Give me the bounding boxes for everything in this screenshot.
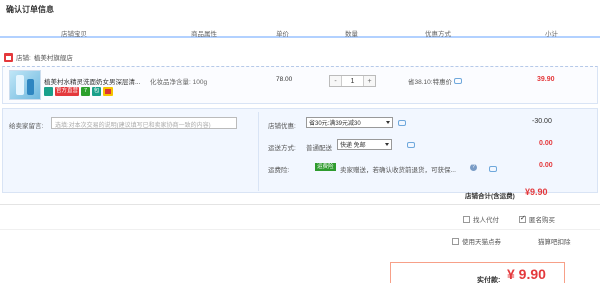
message-label: 给卖家留言: xyxy=(9,123,44,130)
shipping-amount: 0.00 xyxy=(539,140,553,147)
promo-text: 省38.10:特惠价 xyxy=(408,79,453,86)
page-title: 确认订单信息 xyxy=(6,5,54,14)
quantity-stepper[interactable]: - 1 + xyxy=(329,75,376,87)
official-direct-badge: 官方直营 xyxy=(55,87,80,96)
item-title-link[interactable]: 植美村水精灵洗面奶女男深层清... xyxy=(44,76,140,86)
discount-chat-icon[interactable] xyxy=(398,120,406,126)
divider xyxy=(0,229,600,230)
col-subtotal: 小计 xyxy=(545,31,558,38)
item-attribute: 化妆品净含量: 100g xyxy=(150,79,208,86)
unit-price: 78.00 xyxy=(276,76,293,83)
shop-discount-select[interactable]: 省30元:满39元减30 xyxy=(306,117,393,128)
chevron-down-icon xyxy=(385,143,389,146)
insurance-chat-icon[interactable] xyxy=(488,166,497,172)
anonymous-option[interactable]: 匿名购买 xyxy=(519,214,555,224)
chat-icon[interactable] xyxy=(454,78,463,84)
pay-label: 实付款: xyxy=(477,277,501,283)
col-quantity: 数量 xyxy=(345,31,358,38)
seller-message-input[interactable]: 选填:对本次交易的说明(建议填写已和卖家协商一致的内容) xyxy=(51,117,237,129)
badge-icon-teal xyxy=(44,87,53,96)
tmall-points-label: 使用天猫点券 xyxy=(462,239,501,246)
tmall-points-checkbox[interactable] xyxy=(452,237,459,245)
col-price: 单价 xyxy=(276,31,289,38)
flag-icon xyxy=(103,87,114,96)
divider xyxy=(0,204,600,205)
table-header: 店铺宝贝 商品属性 单价 数量 优惠方式 小计 xyxy=(0,22,600,38)
chevron-down-icon xyxy=(386,121,390,124)
shop-label: 店铺: xyxy=(16,55,31,62)
seven-day-return-badge: 7 xyxy=(81,87,91,96)
proxy-pay-label: 找人代付 xyxy=(473,217,499,224)
guarantee-badge: 包 xyxy=(92,87,102,96)
shop-total-label: 店铺合计(含运费) xyxy=(465,193,515,200)
options-divider xyxy=(258,112,259,191)
col-shop-items: 店铺宝贝 xyxy=(61,31,87,38)
item-subtotal: 39.90 xyxy=(537,76,555,83)
insurance-label: 运费险: xyxy=(268,167,290,174)
tmall-points-option[interactable]: 使用天猫点券 xyxy=(452,236,501,246)
anonymous-checkbox[interactable] xyxy=(519,214,526,223)
help-icon[interactable]: ? xyxy=(470,164,477,171)
insurance-text: 卖家赠送，若确认收货前退货，可获保... xyxy=(340,167,456,174)
shipping-chat-icon[interactable] xyxy=(406,142,415,148)
proxy-pay-option[interactable]: 找人代付 xyxy=(463,214,499,224)
insurance-amount: 0.00 xyxy=(539,162,553,169)
insurance-tag: 运费险 xyxy=(315,163,336,171)
shop-discount-amount: -30.00 xyxy=(532,118,552,125)
shop-discount-value: 省30元:满39元减30 xyxy=(309,121,361,127)
shop-name-link[interactable]: 植美村旗舰店 xyxy=(34,52,73,62)
shop-total-value: ¥9.90 xyxy=(525,187,548,197)
col-discount: 优惠方式 xyxy=(425,31,451,38)
shipping-type: 普通配送 xyxy=(306,145,332,152)
pay-amount: ¥ 9.90 xyxy=(507,266,546,282)
tmall-points-note: 猫算吧扣除 xyxy=(538,239,571,246)
shipping-select[interactable]: 快递 免邮 xyxy=(337,139,392,150)
quantity-minus-button[interactable]: - xyxy=(330,76,341,86)
anonymous-label: 匿名购买 xyxy=(529,217,555,224)
shipping-value: 快递 免邮 xyxy=(340,143,366,149)
shop-discount-label: 店铺优惠: xyxy=(268,123,296,130)
promo-info: 省38.10:特惠价 xyxy=(408,76,463,86)
quantity-plus-button[interactable]: + xyxy=(364,76,375,86)
shop-row: 店铺: 植美村旗舰店 xyxy=(4,50,73,64)
shop-icon xyxy=(4,52,13,62)
product-thumbnail[interactable] xyxy=(9,70,41,100)
col-attributes: 商品属性 xyxy=(191,31,217,38)
shipping-label: 运送方式: xyxy=(268,145,296,152)
item-badges: 官方直营 7 包 xyxy=(44,87,114,96)
quantity-input[interactable]: 1 xyxy=(341,76,364,86)
proxy-pay-checkbox[interactable] xyxy=(463,215,470,223)
